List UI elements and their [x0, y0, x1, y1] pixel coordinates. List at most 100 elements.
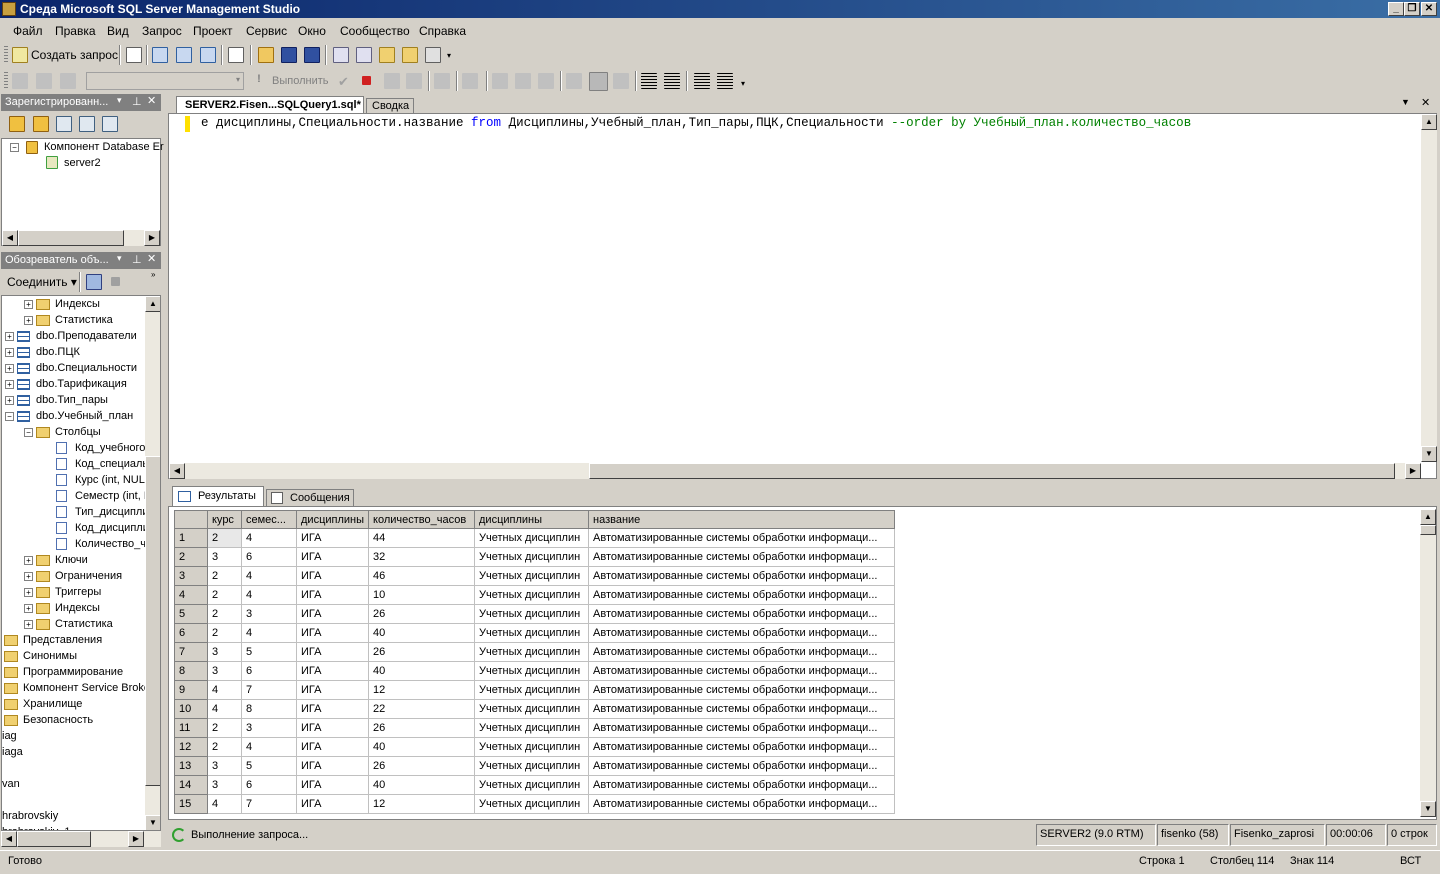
table-cell[interactable]: 5: [241, 756, 297, 776]
table-row[interactable]: 15 4 7 ИГА 12 Учетных дисциплин Автоматизирова…: [174, 794, 896, 814]
collapse-icon[interactable]: −: [24, 428, 33, 437]
table-cell[interactable]: Автоматизированные системы обработки инф…: [588, 547, 896, 567]
tree-item[interactable]: Тип_дисципли: [75, 504, 148, 520]
row-number[interactable]: 2: [174, 547, 208, 567]
stop-icon[interactable]: [111, 277, 120, 286]
expand-icon[interactable]: +: [5, 380, 14, 389]
table-cell[interactable]: ИГА: [295, 566, 370, 586]
increase-indent-icon[interactable]: [717, 73, 733, 89]
tab-results[interactable]: Результаты: [172, 486, 264, 506]
table-cell[interactable]: Автоматизированные системы обработки инф…: [588, 528, 896, 548]
row-number[interactable]: 10: [174, 699, 208, 719]
tree-item-server2[interactable]: server2: [64, 155, 101, 171]
properties-icon[interactable]: [402, 47, 418, 63]
tree-item[interactable]: Компонент Service Broker: [23, 680, 154, 696]
table-cell[interactable]: 2: [207, 737, 242, 757]
registered-servers-icon[interactable]: [333, 47, 349, 63]
toolbar-overflow-icon[interactable]: ▾: [447, 51, 451, 60]
scroll-left-button[interactable]: ◀: [1, 831, 17, 847]
table-row[interactable]: 6 2 4 ИГА 40 Учетных дисциплин Автоматизирован…: [174, 623, 896, 643]
tree-item[interactable]: Индексы: [55, 600, 100, 616]
toolbar-overflow-icon[interactable]: ▾: [741, 79, 745, 88]
comment-icon[interactable]: [641, 73, 657, 89]
row-number[interactable]: 3: [174, 566, 208, 586]
editor-horizontal-scrollbar[interactable]: ◀ ▶: [169, 463, 1421, 479]
close-button[interactable]: ✕: [1421, 2, 1437, 16]
table-cell[interactable]: 4: [241, 737, 297, 757]
table-cell[interactable]: Учетных дисциплин: [474, 642, 590, 662]
client-stats-icon[interactable]: [515, 73, 531, 89]
table-cell[interactable]: 2: [207, 718, 242, 738]
table-row[interactable]: 11 2 3 ИГА 26 Учетных дисциплин Автоматизирова…: [174, 718, 896, 738]
tree-item[interactable]: dbo.Тарификация: [36, 376, 127, 392]
menu-edit[interactable]: Правка: [55, 24, 96, 38]
tab-messages[interactable]: Сообщения: [266, 489, 354, 506]
expand-icon[interactable]: +: [5, 396, 14, 405]
table-cell[interactable]: ИГА: [295, 642, 370, 662]
table-cell[interactable]: Автоматизированные системы обработки инф…: [588, 680, 896, 700]
save-icon[interactable]: [281, 47, 297, 63]
expand-icon[interactable]: +: [5, 348, 14, 357]
table-cell[interactable]: ИГА: [295, 604, 370, 624]
tree-item[interactable]: van: [2, 776, 20, 792]
menu-window[interactable]: Окно: [298, 24, 326, 38]
close-document-icon[interactable]: ✕: [1421, 96, 1430, 109]
results-to-text-icon-2[interactable]: [566, 73, 582, 89]
panel-close-icon[interactable]: ✕: [147, 94, 156, 107]
query-designer-icon[interactable]: [406, 73, 422, 89]
display-plan-icon[interactable]: [384, 73, 400, 89]
column-header[interactable]: дисциплины: [295, 510, 370, 529]
scroll-right-button[interactable]: ▶: [1405, 463, 1421, 479]
tree-item[interactable]: Хранилище: [23, 696, 82, 712]
table-cell[interactable]: 4: [241, 623, 297, 643]
column-header[interactable]: количество_часов: [368, 510, 476, 529]
table-cell[interactable]: ИГА: [295, 756, 370, 776]
cancel-query-icon[interactable]: [362, 76, 371, 85]
table-row[interactable]: 14 3 6 ИГА 40 Учетных дисциплин Автоматизирова…: [174, 775, 896, 795]
execute-button[interactable]: Выполнить: [272, 75, 328, 87]
table-cell[interactable]: Учетных дисциплин: [474, 528, 590, 548]
open-icon[interactable]: [258, 47, 274, 63]
scroll-right-button[interactable]: ▶: [144, 230, 160, 246]
database-select[interactable]: ▾: [86, 72, 244, 90]
restore-button[interactable]: ❐: [1404, 2, 1420, 16]
tree-item[interactable]: Индексы: [55, 296, 100, 312]
table-cell[interactable]: 8: [241, 699, 297, 719]
template-explorer-icon[interactable]: [379, 47, 395, 63]
results-vertical-scrollbar[interactable]: ▲ ▼: [1420, 509, 1436, 817]
row-number[interactable]: 13: [174, 756, 208, 776]
table-cell[interactable]: ИГА: [295, 623, 370, 643]
integration-services-icon[interactable]: [102, 116, 118, 132]
menu-view[interactable]: Вид: [107, 24, 129, 38]
panel-dropdown-icon[interactable]: ▾: [117, 253, 122, 264]
row-number[interactable]: 8: [174, 661, 208, 681]
table-cell[interactable]: 2: [207, 623, 242, 643]
tree-item[interactable]: Программирование: [23, 664, 123, 680]
table-cell[interactable]: Автоматизированные системы обработки инф…: [588, 623, 896, 643]
table-row[interactable]: 2 3 6 ИГА 32 Учетных дисциплин Автоматизирован…: [174, 547, 896, 567]
table-cell[interactable]: Автоматизированные системы обработки инф…: [588, 775, 896, 795]
table-cell[interactable]: 46: [368, 566, 476, 586]
change-connection-icon[interactable]: [60, 73, 76, 89]
table-row[interactable]: 9 4 7 ИГА 12 Учетных дисциплин Автоматизирован…: [174, 680, 896, 700]
tree-item-db-engine[interactable]: Компонент Database Er: [44, 139, 164, 155]
table-row[interactable]: 1 2 4 ИГА 44 Учетных дисциплин Автоматизирован…: [174, 528, 896, 548]
table-cell[interactable]: ИГА: [295, 737, 370, 757]
expand-icon[interactable]: +: [24, 604, 33, 613]
minimize-button[interactable]: _: [1388, 2, 1404, 16]
tree-item[interactable]: hrabrovskiy_1: [2, 824, 70, 830]
table-cell[interactable]: Учетных дисциплин: [474, 661, 590, 681]
table-cell[interactable]: Учетных дисциплин: [474, 794, 590, 814]
results-to-text-icon[interactable]: [538, 73, 554, 89]
explorer-horizontal-scrollbar[interactable]: ◀ ▶: [1, 831, 161, 847]
tree-item[interactable]: dbo.Специальности: [36, 360, 137, 376]
expand-icon[interactable]: +: [24, 316, 33, 325]
row-number[interactable]: 15: [174, 794, 208, 814]
table-row[interactable]: 3 2 4 ИГА 46 Учетных дисциплин Автоматизирован…: [174, 566, 896, 586]
results-to-file-icon[interactable]: [613, 73, 629, 89]
tab-query[interactable]: SERVER2.Fisen...SQLQuery1.sql*: [176, 96, 364, 114]
table-cell[interactable]: Учетных дисциплин: [474, 547, 590, 567]
tree-item[interactable]: Количество_ч: [75, 536, 146, 552]
pin-icon[interactable]: ⊥: [132, 253, 142, 266]
toolbar-overflow-icon[interactable]: »: [151, 270, 155, 279]
